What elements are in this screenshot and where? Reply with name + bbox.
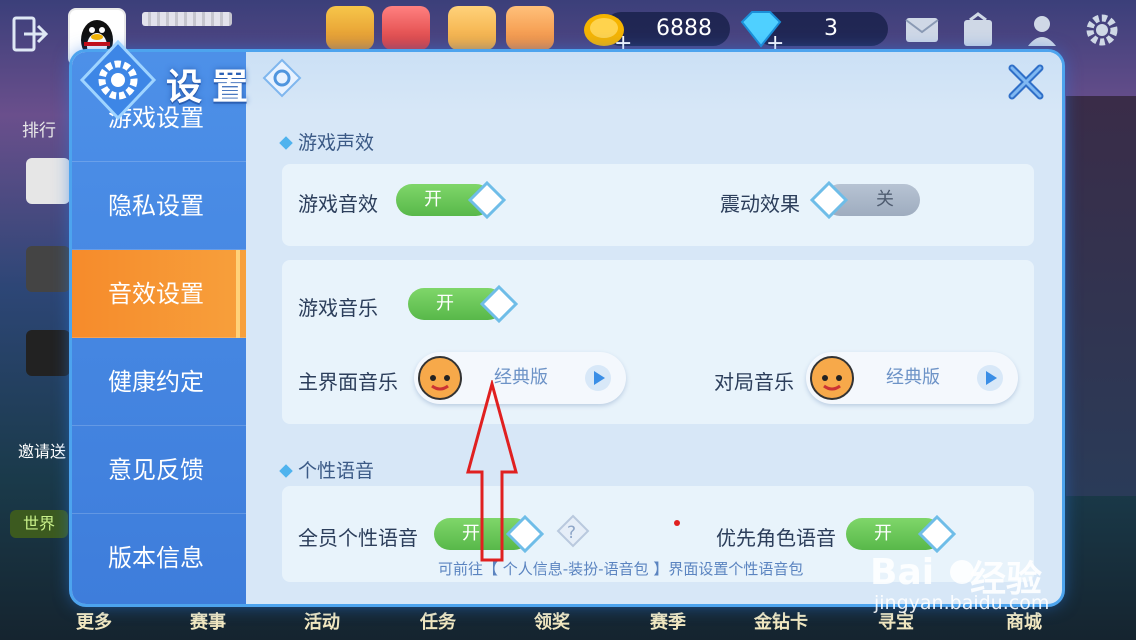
annotation-arrow-icon (466, 380, 518, 562)
toggle-knob-icon (480, 285, 518, 323)
annotation-dot (674, 520, 680, 526)
tab-events[interactable]: 赛事 (190, 608, 226, 634)
gold-add-icon[interactable]: + (580, 8, 632, 52)
diamond-add-icon[interactable]: + (736, 8, 786, 52)
settings-gear-badge-icon (79, 40, 157, 120)
title-gem-icon (262, 58, 302, 98)
match-music-selector[interactable]: 经典版 (806, 352, 1018, 404)
panel-title: 设置 (166, 67, 259, 108)
tab-tasks[interactable]: 任务 (420, 608, 456, 634)
world-chat-button[interactable]: 世界 (10, 510, 68, 538)
game-music-toggle-text: 开 (436, 293, 454, 314)
play-icon[interactable] (976, 364, 1004, 392)
settings-content: 游戏声效 游戏音效 开 震动效果 关 游戏音乐 开 主界面音乐 经典版 对局音乐… (246, 52, 1062, 604)
priority-voice-label: 优先角色语音 (716, 526, 836, 550)
tab-rewards[interactable]: 领奖 (534, 608, 570, 634)
tab-season[interactable]: 赛季 (650, 608, 686, 634)
watermark-url: jingyan.baidu.com (874, 592, 1050, 614)
help-icon[interactable]: ? (556, 514, 590, 548)
chevron-right-icon (279, 136, 293, 150)
game-sound-label: 游戏音效 (298, 192, 378, 216)
section-title-sound-text: 游戏声效 (298, 132, 375, 154)
exit-icon[interactable] (10, 14, 50, 54)
tab-activities[interactable]: 活动 (304, 608, 340, 634)
rank-label: 排行 (22, 121, 56, 141)
invite-label[interactable]: 邀请送 (18, 438, 66, 462)
right-lobby-decoration (1066, 96, 1136, 496)
gold-value: 6888 (656, 16, 712, 41)
nav-sound-settings[interactable]: 音效设置 (72, 250, 246, 338)
sound-card (282, 164, 1034, 246)
svg-text:?: ? (567, 523, 576, 543)
nav-health-agreement[interactable]: 健康约定 (72, 338, 246, 426)
character-face-icon (810, 356, 854, 400)
section-title-voice-text: 个性语音 (298, 460, 375, 482)
piggy-bank-icon[interactable] (506, 6, 554, 50)
gear-icon[interactable] (1082, 10, 1122, 50)
settings-panel: 游戏设置 隐私设置 音效设置 健康约定 意见反馈 版本信息 游戏声效 游戏音效 … (72, 52, 1062, 604)
chevron-right-icon (279, 464, 293, 478)
game-music-label: 游戏音乐 (298, 296, 378, 320)
toggle-knob-icon (468, 181, 506, 219)
rank-1-avatar[interactable] (26, 158, 70, 204)
game-music-toggle[interactable]: 开 (408, 285, 518, 323)
rank-3-avatar[interactable] (26, 330, 70, 376)
game-sound-toggle[interactable]: 开 (396, 181, 506, 219)
popcorn-icon[interactable] (382, 6, 430, 50)
nav-privacy-settings[interactable]: 隐私设置 (72, 162, 246, 250)
gift-icon[interactable] (448, 6, 496, 50)
vibration-toggle[interactable]: 关 (810, 181, 920, 219)
close-icon[interactable] (1004, 60, 1048, 104)
match-music-value: 经典版 (886, 367, 940, 388)
main-music-label: 主界面音乐 (298, 370, 398, 394)
tab-gold-card[interactable]: 金钻卡 (754, 608, 808, 634)
vibration-toggle-text: 关 (876, 189, 894, 210)
section-title-voice: 个性语音 (279, 456, 375, 483)
video-icon[interactable] (326, 6, 374, 50)
diamond-value: 3 (824, 16, 838, 41)
game-sound-toggle-text: 开 (424, 189, 442, 210)
username-blurred (142, 12, 232, 26)
svg-text:Bai: Bai (870, 552, 934, 593)
friends-icon[interactable] (1022, 10, 1062, 50)
tab-more[interactable]: 更多 (76, 608, 112, 634)
play-icon[interactable] (584, 364, 612, 392)
toggle-knob-icon (810, 181, 848, 219)
rank-2-avatar[interactable] (26, 246, 70, 292)
settings-nav: 游戏设置 隐私设置 音效设置 健康约定 意见反馈 版本信息 (72, 52, 246, 604)
nav-version-info[interactable]: 版本信息 (72, 514, 246, 602)
vibration-label: 震动效果 (720, 192, 800, 216)
match-music-label: 对局音乐 (714, 370, 794, 394)
section-title-sound: 游戏声效 (279, 128, 375, 155)
mail-icon[interactable] (902, 10, 942, 50)
wardrobe-icon[interactable] (958, 10, 998, 50)
character-face-icon (418, 356, 462, 400)
svg-text:+: + (614, 31, 632, 52)
nav-feedback[interactable]: 意见反馈 (72, 426, 246, 514)
svg-text:+: + (766, 31, 784, 52)
all-voice-label: 全员个性语音 (298, 526, 418, 550)
